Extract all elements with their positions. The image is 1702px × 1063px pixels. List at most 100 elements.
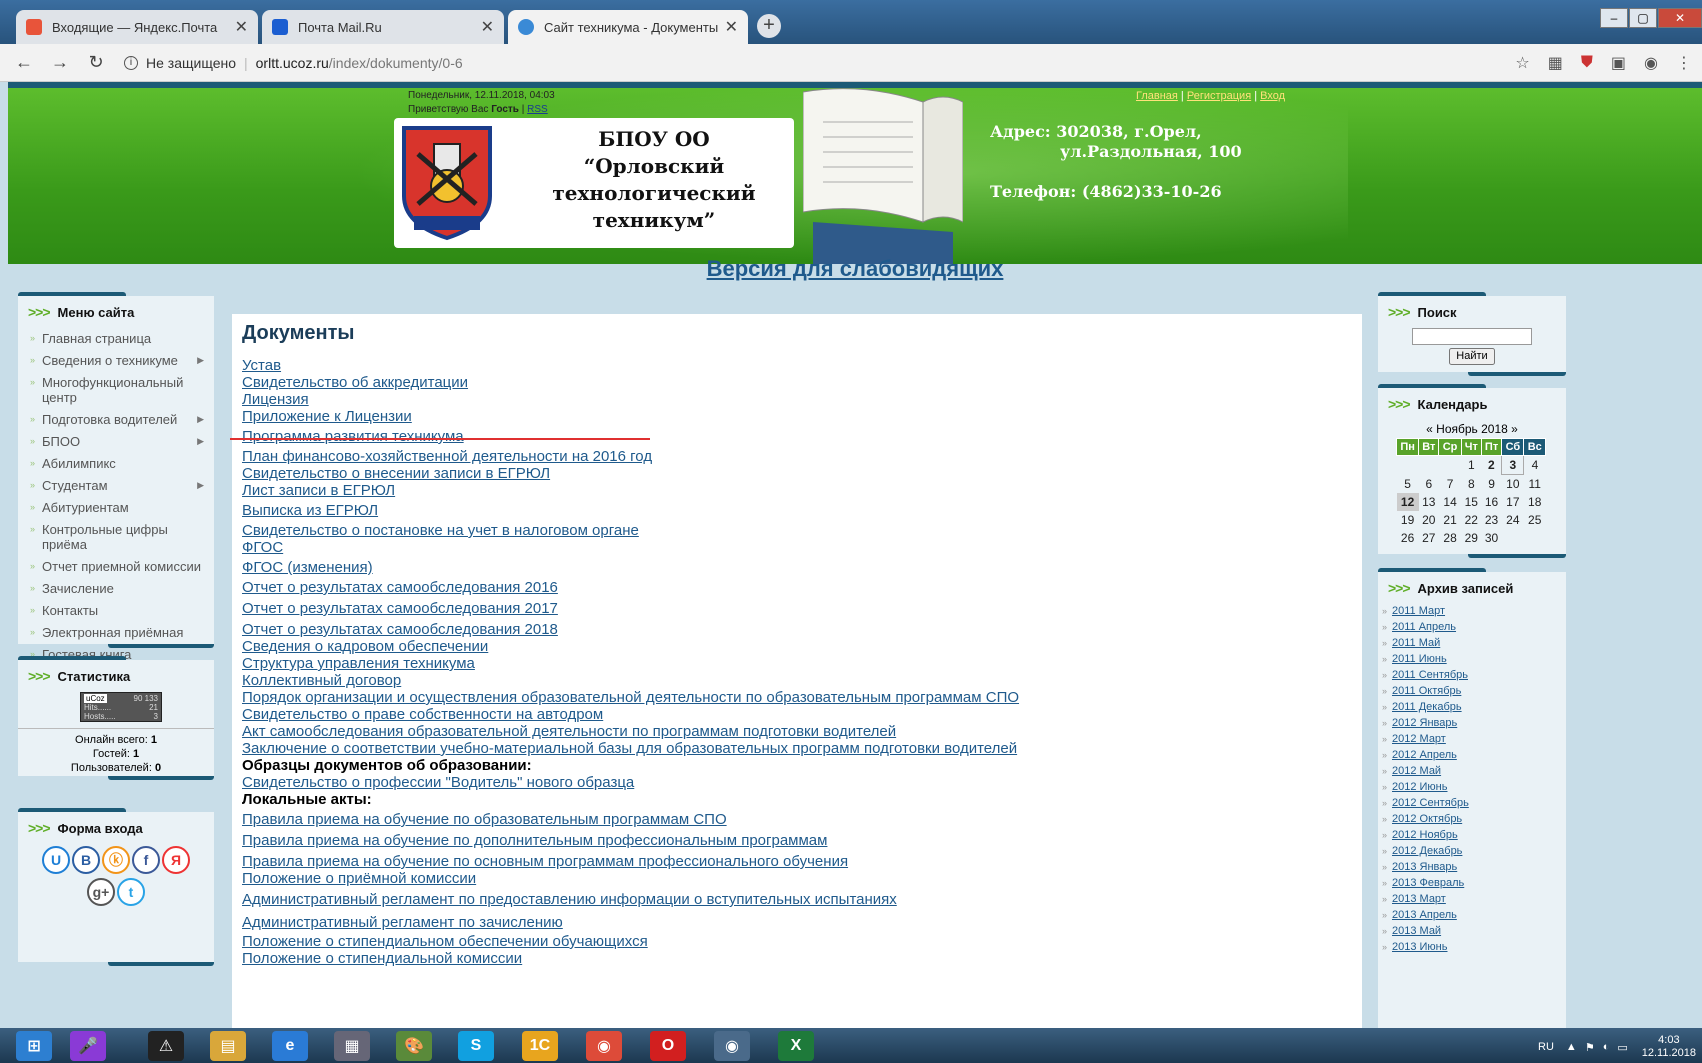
calendar-day[interactable]: 25 [1524, 511, 1546, 529]
reload-icon[interactable]: ↻ [84, 52, 108, 73]
archive-link[interactable]: 2011 Сентябрь [1392, 669, 1468, 681]
calendar-day[interactable]: 2 [1481, 456, 1501, 475]
internet-explorer-icon[interactable]: e [272, 1031, 308, 1061]
archive-link[interactable]: 2012 Май [1392, 765, 1441, 777]
calendar-day[interactable]: 17 [1502, 493, 1524, 511]
archive-link[interactable]: 2013 Январь [1392, 861, 1457, 873]
calendar-day[interactable]: 12 [1396, 493, 1419, 511]
archive-link[interactable]: 2012 Апрель [1392, 749, 1457, 761]
browser-tab-yandex-mail[interactable]: Входящие — Яндекс.Почта ✕ [16, 10, 258, 44]
prev-month-icon[interactable]: « [1426, 422, 1433, 436]
minimize-icon[interactable]: – [1600, 8, 1628, 28]
document-link[interactable]: Лицензия [242, 391, 309, 408]
apps-grid-icon[interactable]: ▦ [1548, 53, 1563, 73]
document-link[interactable]: Отчет о результатах самообследования 201… [242, 600, 558, 617]
archive-link[interactable]: 2013 Март [1392, 893, 1446, 905]
action-center-icon[interactable]: ▭ [1617, 1041, 1627, 1054]
calendar-day[interactable]: 8 [1461, 475, 1481, 494]
document-link[interactable]: Приложение к Лицензии [242, 408, 412, 425]
sidebar-menu-item[interactable]: БПОО ▶ [18, 431, 214, 453]
archive-link[interactable]: 2011 Октябрь [1392, 685, 1461, 697]
chrome-profile-icon[interactable]: ◉ [714, 1031, 750, 1061]
calendar-day[interactable]: 27 [1419, 529, 1439, 547]
calendar-day[interactable]: 10 [1502, 475, 1524, 494]
tray-expand-icon[interactable]: ▲ [1566, 1041, 1577, 1053]
maximize-icon[interactable]: ▢ [1629, 8, 1657, 28]
visit-counter[interactable]: uCoz 90 133 Hits...... 21 Hosts..... 3 [80, 692, 162, 722]
calendar-day[interactable]: 13 [1419, 493, 1439, 511]
document-link[interactable]: Административный регламент по предоставл… [242, 891, 897, 908]
document-link[interactable]: Правила приема на обучение по дополнител… [242, 832, 827, 849]
close-window-icon[interactable]: ✕ [1658, 8, 1702, 28]
back-icon[interactable]: ← [12, 52, 36, 73]
menu-icon[interactable]: ⋮ [1676, 53, 1692, 73]
profile-avatar-icon[interactable]: ◉ [1644, 53, 1658, 73]
archive-link[interactable]: 2011 Декабрь [1392, 701, 1462, 713]
document-link[interactable]: Правила приема на обучение по образовате… [242, 811, 727, 828]
new-tab-button[interactable]: + [757, 14, 781, 38]
document-link[interactable]: ФГОС [242, 539, 283, 556]
voice-assistant-icon[interactable]: 🎤 [70, 1031, 106, 1061]
info-icon[interactable]: i [124, 55, 138, 70]
facebook-icon[interactable]: f [132, 846, 160, 874]
archive-link[interactable]: 2013 Май [1392, 925, 1441, 937]
network-icon[interactable]: ⚑ [1585, 1041, 1595, 1054]
chrome-icon[interactable]: ◉ [586, 1031, 622, 1061]
bookmark-star-icon[interactable]: ☆ [1515, 53, 1529, 73]
document-link[interactable]: Свидетельство о постановке на учет в нал… [242, 522, 639, 539]
document-link[interactable]: Отчет о результатах самообследования 201… [242, 579, 558, 596]
home-link[interactable]: Главная [1136, 90, 1178, 102]
volume-icon[interactable]: ◐ [1603, 1041, 1610, 1053]
document-link[interactable]: Положение о приёмной комиссии [242, 870, 476, 887]
calendar-day[interactable]: 7 [1439, 475, 1461, 494]
document-link[interactable]: Акт самообследования образовательной дея… [242, 723, 896, 740]
1c-icon[interactable]: 1С [522, 1031, 558, 1061]
login-link[interactable]: Вход [1260, 90, 1285, 102]
skype-icon[interactable]: S [458, 1031, 494, 1061]
calendar-day[interactable]: 3 [1501, 455, 1525, 475]
close-icon[interactable]: ✕ [481, 17, 494, 37]
file-explorer-icon[interactable]: ▤ [210, 1031, 246, 1061]
document-link[interactable]: Заключение о соответствии учебно-материа… [242, 740, 1017, 757]
ucoz-icon[interactable]: U [42, 846, 70, 874]
next-month-icon[interactable]: » [1511, 422, 1518, 436]
archive-link[interactable]: 2012 Октябрь [1392, 813, 1462, 825]
calendar-day[interactable]: 14 [1439, 493, 1461, 511]
document-link[interactable]: Свидетельство о профессии "Водитель" нов… [242, 774, 634, 791]
extension-puzzle-icon[interactable]: ▣ [1611, 53, 1626, 73]
sidebar-menu-item[interactable]: Сведения о техникуме ▶ [18, 350, 214, 372]
calendar-day[interactable]: 20 [1419, 511, 1439, 529]
calendar-day[interactable]: 30 [1481, 529, 1501, 547]
browser-tab-documents[interactable]: Сайт техникума - Документы ✕ [508, 10, 748, 44]
document-link[interactable]: Свидетельство об аккредитации [242, 374, 468, 391]
rss-link[interactable]: RSS [527, 104, 548, 115]
archive-link[interactable]: 2011 Июнь [1392, 653, 1447, 665]
archive-link[interactable]: 2012 Ноябрь [1392, 829, 1458, 841]
vk-icon[interactable]: B [72, 846, 100, 874]
calendar-day[interactable]: 1 [1461, 456, 1481, 475]
sidebar-menu-item[interactable]: Абитуриентам [18, 497, 214, 519]
low-vision-link[interactable]: Версия для слабовидящих [707, 256, 1004, 281]
document-link[interactable]: ФГОС (изменения) [242, 559, 373, 576]
archive-link[interactable]: 2011 Май [1392, 637, 1440, 649]
extension-shield-icon[interactable]: ⛊ [1581, 54, 1593, 72]
calendar-day[interactable]: 26 [1397, 529, 1419, 547]
calendar-day[interactable]: 5 [1397, 475, 1419, 494]
document-link[interactable]: Правила приема на обучение по основным п… [242, 853, 848, 870]
archive-link[interactable]: 2011 Апрель [1392, 621, 1456, 633]
document-link[interactable]: Административный регламент по зачислению [242, 914, 563, 931]
document-link[interactable]: Сведения о кадровом обеспечении [242, 638, 488, 655]
document-link[interactable]: Свидетельство о внесении записи в ЕГРЮЛ [242, 465, 550, 482]
sidebar-menu-item[interactable]: Отчет приемной комиссии [18, 556, 214, 578]
document-link[interactable]: Положение о стипендиальной комиссии [242, 950, 522, 967]
close-icon[interactable]: ✕ [725, 17, 738, 37]
calendar-day[interactable]: 6 [1419, 475, 1439, 494]
calendar-day[interactable]: 23 [1481, 511, 1501, 529]
document-link[interactable]: Лист записи в ЕГРЮЛ [242, 482, 395, 499]
document-link[interactable]: Отчет о результатах самообследования 201… [242, 621, 558, 638]
document-link[interactable]: Свидетельство о праве собственности на а… [242, 706, 603, 723]
archive-link[interactable]: 2012 Январь [1392, 717, 1457, 729]
archive-link[interactable]: 2013 Апрель [1392, 909, 1457, 921]
excel-icon[interactable]: X [778, 1031, 814, 1061]
opera-icon[interactable]: O [650, 1031, 686, 1061]
